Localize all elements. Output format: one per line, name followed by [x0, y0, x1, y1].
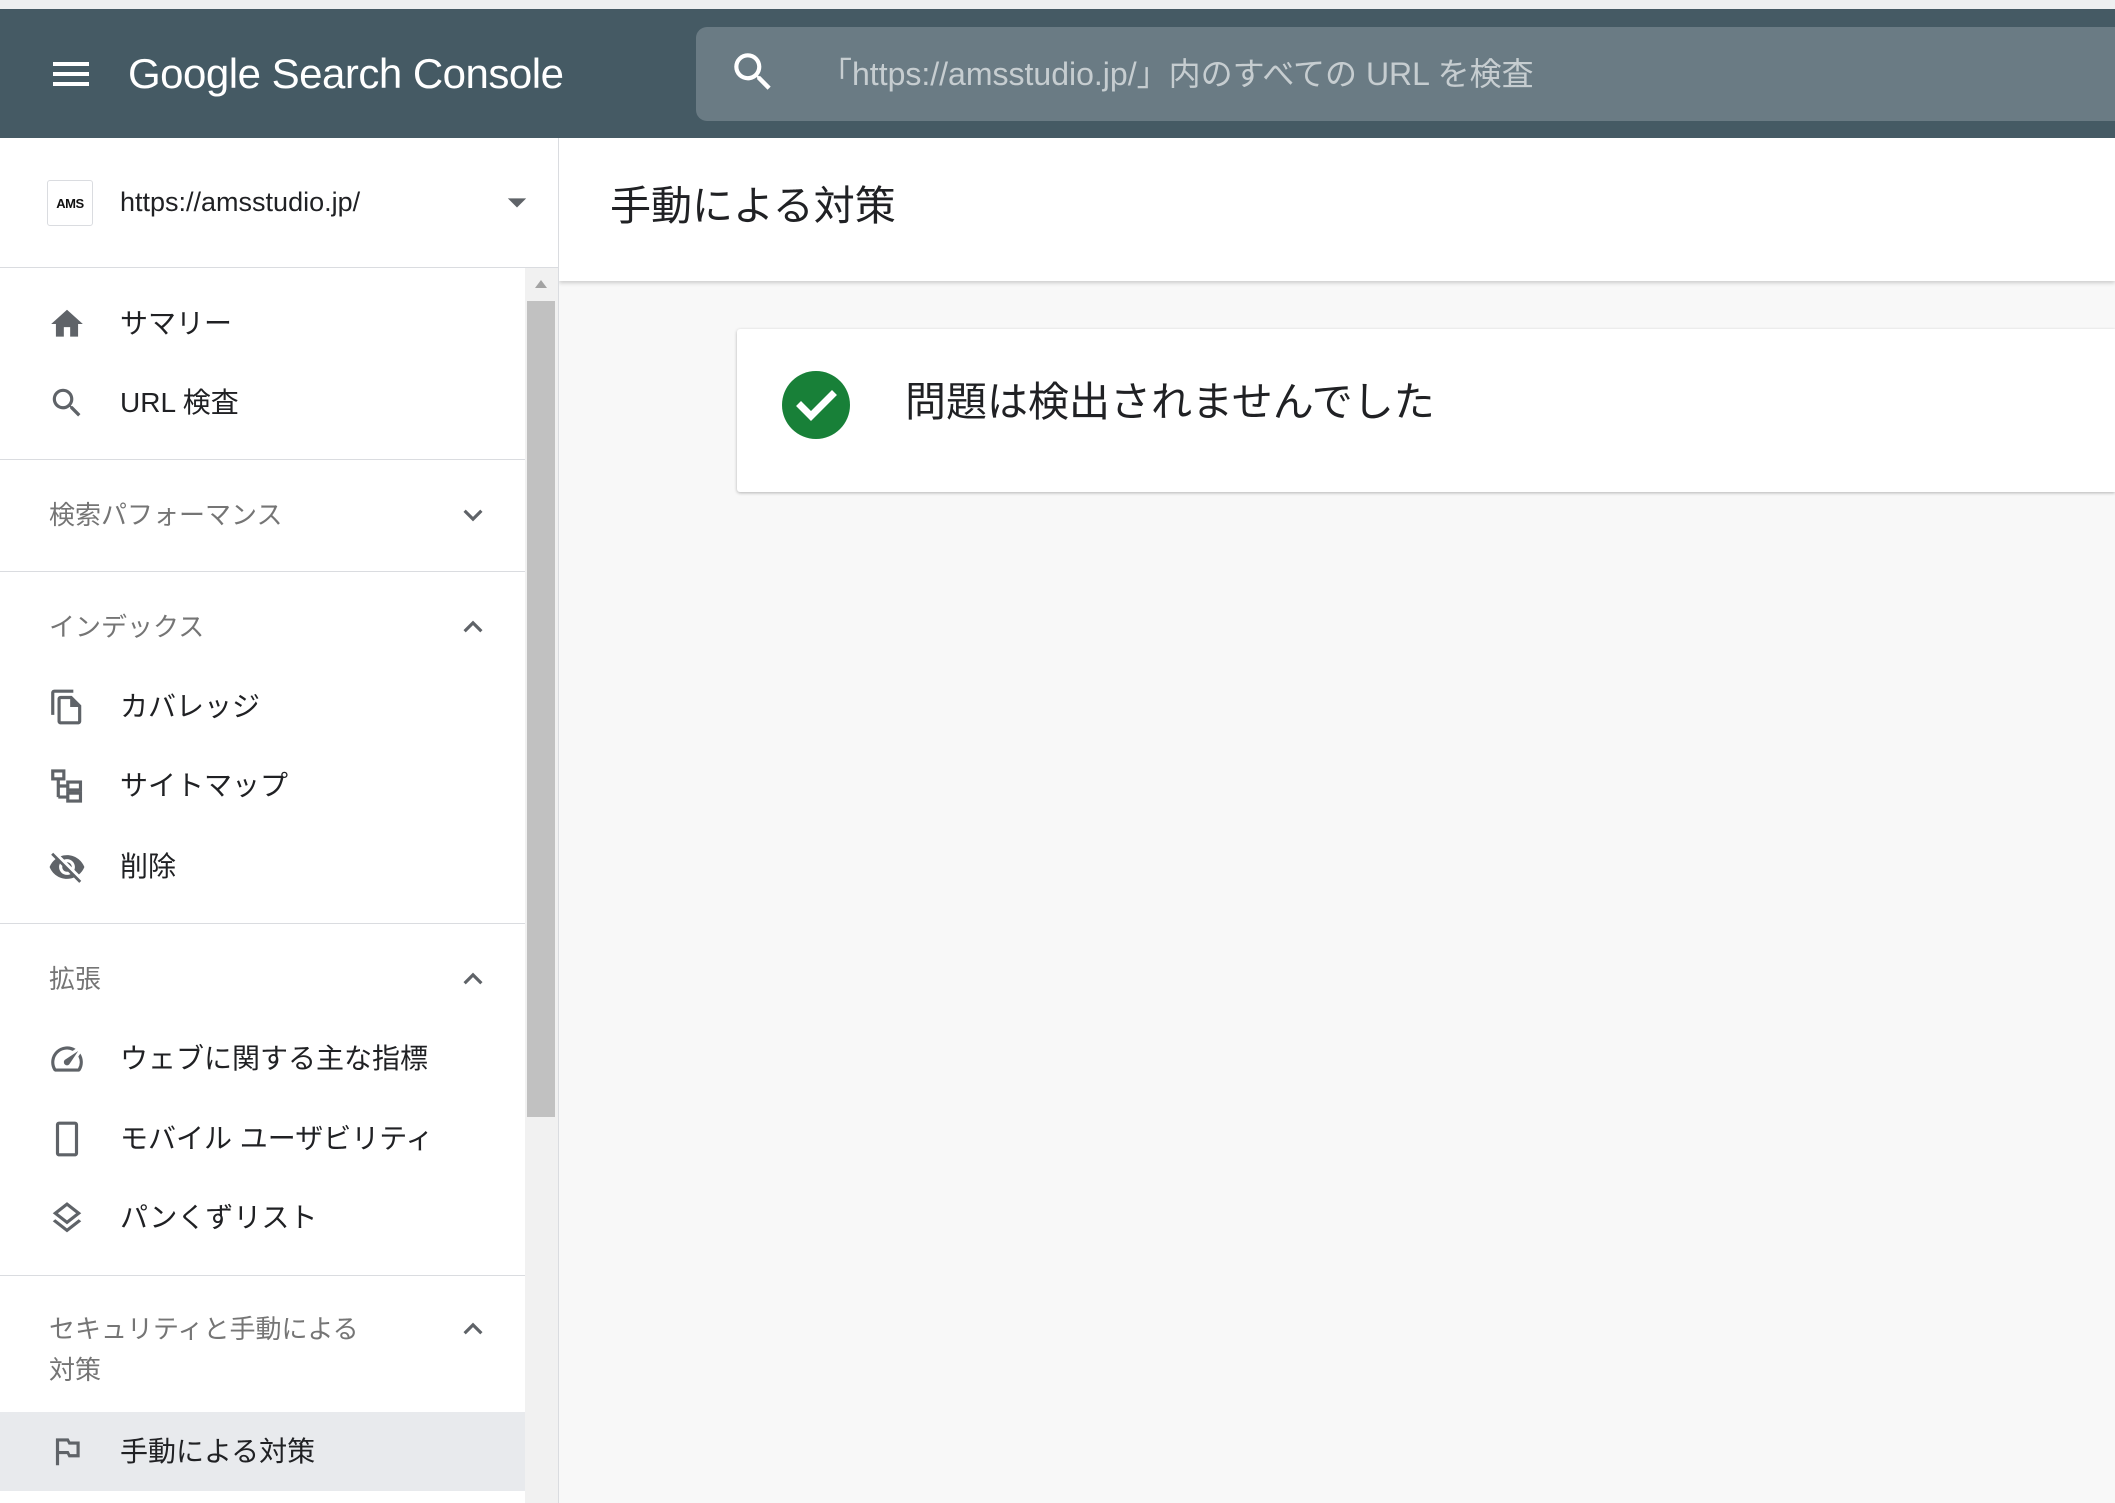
sidebar-divider	[0, 571, 525, 572]
sidebar-item-core-web-vitals[interactable]: ウェブに関する主な指標	[0, 1019, 525, 1099]
arrow-drop-down-icon[interactable]	[495, 180, 539, 224]
chevron-down-icon	[454, 496, 492, 534]
property-selector[interactable]: AMS https://amsstudio.jp/	[0, 138, 558, 268]
sidebar-item-label: モバイル ユーザビリティ	[120, 1123, 434, 1154]
sidebar-item-coverage[interactable]: カバレッジ	[0, 667, 525, 747]
search-icon[interactable]	[728, 47, 778, 97]
sidebar-item-breadcrumbs[interactable]: パンくずリスト	[0, 1178, 525, 1258]
section-security-manual-actions[interactable]: セキュリティと手動による 対策	[0, 1309, 525, 1391]
property-url: https://amsstudio.jp/	[120, 187, 361, 217]
chevron-up-icon	[454, 1310, 492, 1348]
sidebar-divider	[0, 1275, 525, 1276]
section-title-line: セキュリティと手動による	[49, 1314, 359, 1344]
smartphone-icon	[48, 1120, 86, 1158]
sidebar-item-label: ウェブに関する主な指標	[120, 1043, 429, 1074]
sidebar-item-label: サイトマップ	[120, 770, 289, 801]
home-icon	[48, 305, 86, 343]
sidebar-item-label: URL 検査	[120, 387, 239, 418]
scrollbar-thumb[interactable]	[527, 301, 555, 1117]
sidebar-scrollbar[interactable]	[525, 268, 558, 1503]
sidebar-item-label: パンくずリスト	[120, 1202, 318, 1233]
sidebar-item-label: サマリー	[120, 308, 233, 339]
main-content: 手動による対策 問題は検出されませんでした	[559, 138, 2115, 1503]
sidebar-divider	[0, 923, 525, 924]
sidebar-item-manual-actions[interactable]: 手動による対策	[0, 1412, 525, 1491]
app-logo[interactable]: Google Search Console	[128, 49, 564, 99]
browser-top-strip	[0, 0, 2115, 9]
sitemap-icon	[48, 767, 86, 805]
status-message: 問題は検出されませんでした	[905, 379, 1435, 425]
sidebar-item-summary[interactable]: サマリー	[0, 284, 525, 364]
chevron-up-icon	[454, 608, 492, 646]
visibility-off-icon	[48, 848, 86, 886]
page-header: 手動による対策	[559, 138, 2115, 281]
section-title: 検索パフォーマンス	[49, 500, 283, 530]
sidebar-item-sitemaps[interactable]: サイトマップ	[0, 746, 525, 826]
section-title-line: 対策	[49, 1355, 102, 1385]
search-icon	[48, 384, 86, 422]
property-favicon: AMS	[47, 180, 93, 226]
section-search-performance[interactable]: 検索パフォーマンス	[0, 475, 525, 555]
page-title: 手動による対策	[610, 183, 896, 229]
sidebar: AMS https://amsstudio.jp/ サマリー URL 検査 検索…	[0, 138, 559, 1503]
sidebar-item-removals[interactable]: 削除	[0, 827, 525, 907]
sidebar-item-label: 手動による対策	[120, 1436, 316, 1467]
sidebar-item-mobile-usability[interactable]: モバイル ユーザビリティ	[0, 1099, 525, 1179]
coverage-icon	[48, 688, 86, 726]
app-header: Google Search Console	[0, 9, 2115, 138]
layers-icon	[48, 1199, 86, 1237]
check-circle-icon	[782, 371, 850, 439]
sidebar-item-url-inspection[interactable]: URL 検査	[0, 363, 525, 443]
menu-icon[interactable]	[47, 50, 95, 98]
sidebar-divider	[0, 459, 525, 460]
search-input[interactable]	[820, 27, 2115, 121]
status-card: 問題は検出されませんでした	[737, 329, 2115, 492]
section-title: セキュリティと手動による 対策	[49, 1309, 359, 1391]
flag-icon	[48, 1432, 86, 1470]
scroll-up-arrow-icon[interactable]	[535, 280, 547, 288]
section-enhancements[interactable]: 拡張	[0, 939, 525, 1019]
speed-icon	[48, 1040, 86, 1078]
sidebar-item-label: 削除	[120, 851, 177, 882]
section-title: 拡張	[49, 964, 102, 994]
chevron-up-icon	[454, 960, 492, 998]
section-index[interactable]: インデックス	[0, 587, 525, 667]
section-title: インデックス	[49, 612, 205, 642]
url-inspection-search[interactable]	[696, 27, 2115, 121]
sidebar-item-label: カバレッジ	[120, 691, 261, 722]
